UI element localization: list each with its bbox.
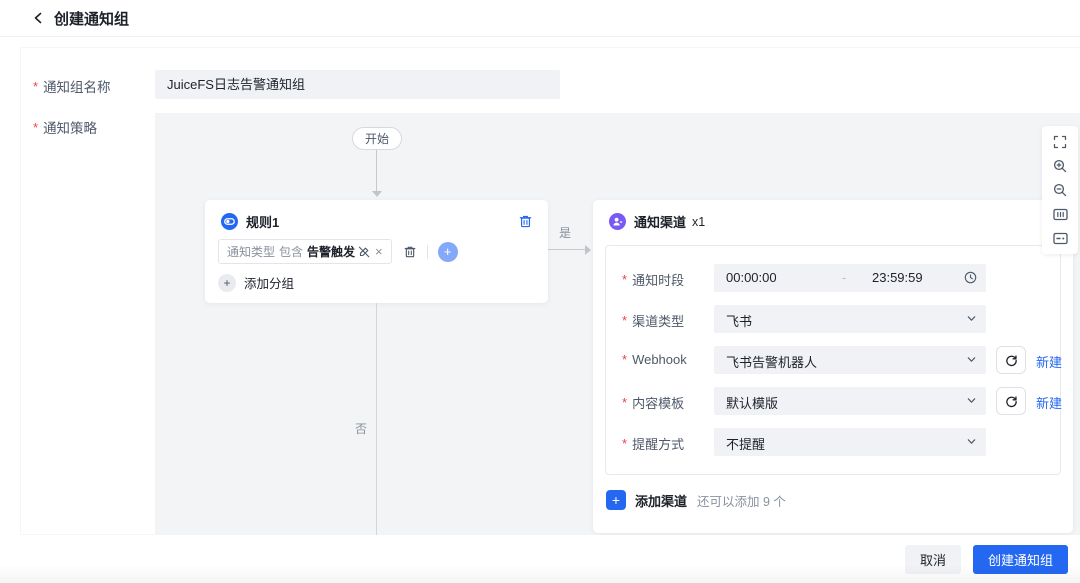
webhook-new-link[interactable]: 新建 <box>1036 352 1062 371</box>
time-range-input[interactable]: 00:00:00 - 23:59:59 <box>714 264 986 292</box>
template-refresh-button[interactable] <box>996 387 1026 415</box>
required-mark: * <box>622 272 628 287</box>
webhook-select[interactable]: 飞书告警机器人 <box>714 346 986 374</box>
strategy-label: * 通知策略 <box>33 119 98 137</box>
divider <box>426 244 428 259</box>
strategy-flow-canvas[interactable]: 开始 规则1 通知类型 包含 告警触发 × + + 添加分组 是 否 通知渠道 … <box>155 113 1080 535</box>
channel-type-label: * 渠道类型 <box>622 313 685 329</box>
notify-period-row: * 通知时段 00:00:00 - 23:59:59 <box>606 264 1060 292</box>
add-channel-row: + 添加渠道 还可以添加 9 个 <box>606 490 786 510</box>
condition-value: 告警触发 <box>307 245 356 259</box>
add-channel-button[interactable]: + <box>606 490 626 510</box>
webhook-label: * Webhook <box>622 352 687 367</box>
channel-type-select[interactable]: 飞书 <box>714 305 986 333</box>
add-condition-button[interactable]: + <box>437 241 458 262</box>
remind-mode-value: 不提醒 <box>726 437 766 452</box>
notify-period-label: * 通知时段 <box>622 272 685 288</box>
clock-icon <box>964 271 977 284</box>
refresh-icon <box>1005 354 1018 367</box>
remind-mode-label: * 提醒方式 <box>622 436 685 452</box>
template-new-link[interactable]: 新建 <box>1036 393 1062 412</box>
time-separator: - <box>842 270 847 285</box>
channel-card-header: 通知渠道 x1 <box>609 212 705 231</box>
create-notification-group-page: 创建通知组 * 通知组名称 JuiceFS日志告警通知组 * 通知策略 开始 规… <box>0 0 1080 583</box>
condition-operator: 包含 <box>279 245 304 259</box>
fullscreen-icon[interactable] <box>1051 133 1069 151</box>
branch-no-label: 否 <box>354 422 367 436</box>
zoom-in-icon[interactable] <box>1051 157 1069 175</box>
rule-delete-button[interactable] <box>516 212 534 230</box>
plus-icon: + <box>218 273 236 292</box>
content-template-label: * 内容模板 <box>622 395 685 411</box>
remind-mode-row: * 提醒方式 不提醒 <box>606 428 1060 456</box>
required-mark: * <box>33 119 39 135</box>
required-mark: * <box>33 78 39 94</box>
time-start-value[interactable]: 00:00:00 <box>726 270 777 285</box>
rule-card-header: 规则1 <box>221 212 279 231</box>
content-template-value: 默认模版 <box>726 396 779 411</box>
flow-arrow-down <box>372 191 382 197</box>
flow-connector-yes <box>548 249 588 250</box>
add-channel-hint: 还可以添加 9 个 <box>697 494 786 509</box>
add-group-button[interactable]: + 添加分组 <box>218 273 294 292</box>
minimap-icon[interactable] <box>1051 229 1069 247</box>
flow-arrow-right <box>585 245 591 255</box>
condition-delete-button[interactable] <box>403 245 417 259</box>
chevron-left-icon <box>32 12 44 24</box>
chevron-down-icon <box>966 395 977 406</box>
refresh-icon <box>1005 395 1018 408</box>
actual-size-icon[interactable] <box>1051 205 1069 223</box>
required-mark: * <box>622 313 628 328</box>
content-template-row: * 内容模板 默认模版 新建 <box>606 387 1062 415</box>
edit-disabled-icon <box>358 246 370 258</box>
group-name-label: * 通知组名称 <box>33 78 111 96</box>
page-title: 创建通知组 <box>54 10 130 28</box>
page-header: 创建通知组 <box>0 0 1080 37</box>
flow-connector-no <box>376 303 377 535</box>
condition-remove-icon[interactable]: × <box>375 245 383 258</box>
rule-card[interactable]: 规则1 通知类型 包含 告警触发 × + + 添加分组 <box>205 200 548 303</box>
group-name-input[interactable]: JuiceFS日志告警通知组 <box>155 70 560 99</box>
rule-toggle-icon <box>221 213 238 230</box>
back-button[interactable] <box>28 8 48 28</box>
cancel-button[interactable]: 取消 <box>904 544 961 574</box>
branch-yes-label: 是 <box>558 226 571 240</box>
required-mark: * <box>622 395 628 410</box>
trash-icon <box>403 245 417 259</box>
channel-type-row: * 渠道类型 飞书 <box>606 305 1060 333</box>
required-mark: * <box>622 352 628 367</box>
channel-form-box: * 通知时段 00:00:00 - 23:59:59 * 渠道类型 飞书 * W… <box>605 245 1062 475</box>
channel-count-badge: x1 <box>692 214 706 229</box>
chevron-down-icon <box>966 313 977 324</box>
channel-type-value: 飞书 <box>726 314 753 329</box>
webhook-row: * Webhook 飞书告警机器人 新建 <box>606 346 1062 374</box>
footer-action-bar: 取消 创建通知组 <box>0 535 1080 583</box>
condition-tag[interactable]: 通知类型 包含 告警触发 × <box>218 239 392 264</box>
time-end-value[interactable]: 23:59:59 <box>872 270 923 285</box>
required-mark: * <box>622 436 628 451</box>
rule-card-title: 规则1 <box>246 215 280 230</box>
notification-channel-card[interactable]: 通知渠道 x1 * 通知时段 00:00:00 - 23:59:59 * 渠道类… <box>593 200 1073 533</box>
add-channel-label[interactable]: 添加渠道 <box>635 491 687 510</box>
webhook-value: 飞书告警机器人 <box>726 355 818 370</box>
channel-card-title: 通知渠道 <box>634 215 687 230</box>
chevron-down-icon <box>966 354 977 365</box>
zoom-out-icon[interactable] <box>1051 181 1069 199</box>
webhook-refresh-button[interactable] <box>996 346 1026 374</box>
submit-button[interactable]: 创建通知组 <box>972 544 1068 574</box>
remind-mode-select[interactable]: 不提醒 <box>714 428 986 456</box>
add-group-label: 添加分组 <box>244 277 295 291</box>
canvas-toolbar <box>1042 126 1078 254</box>
condition-field: 通知类型 <box>227 245 276 259</box>
channel-person-icon <box>609 213 626 230</box>
trash-icon <box>518 214 533 229</box>
rule-condition-row: 通知类型 包含 告警触发 × + <box>218 239 458 264</box>
flow-start-node[interactable]: 开始 <box>352 127 402 150</box>
content-template-select[interactable]: 默认模版 <box>714 387 986 415</box>
chevron-down-icon <box>966 436 977 447</box>
flow-connector-down <box>376 150 377 192</box>
